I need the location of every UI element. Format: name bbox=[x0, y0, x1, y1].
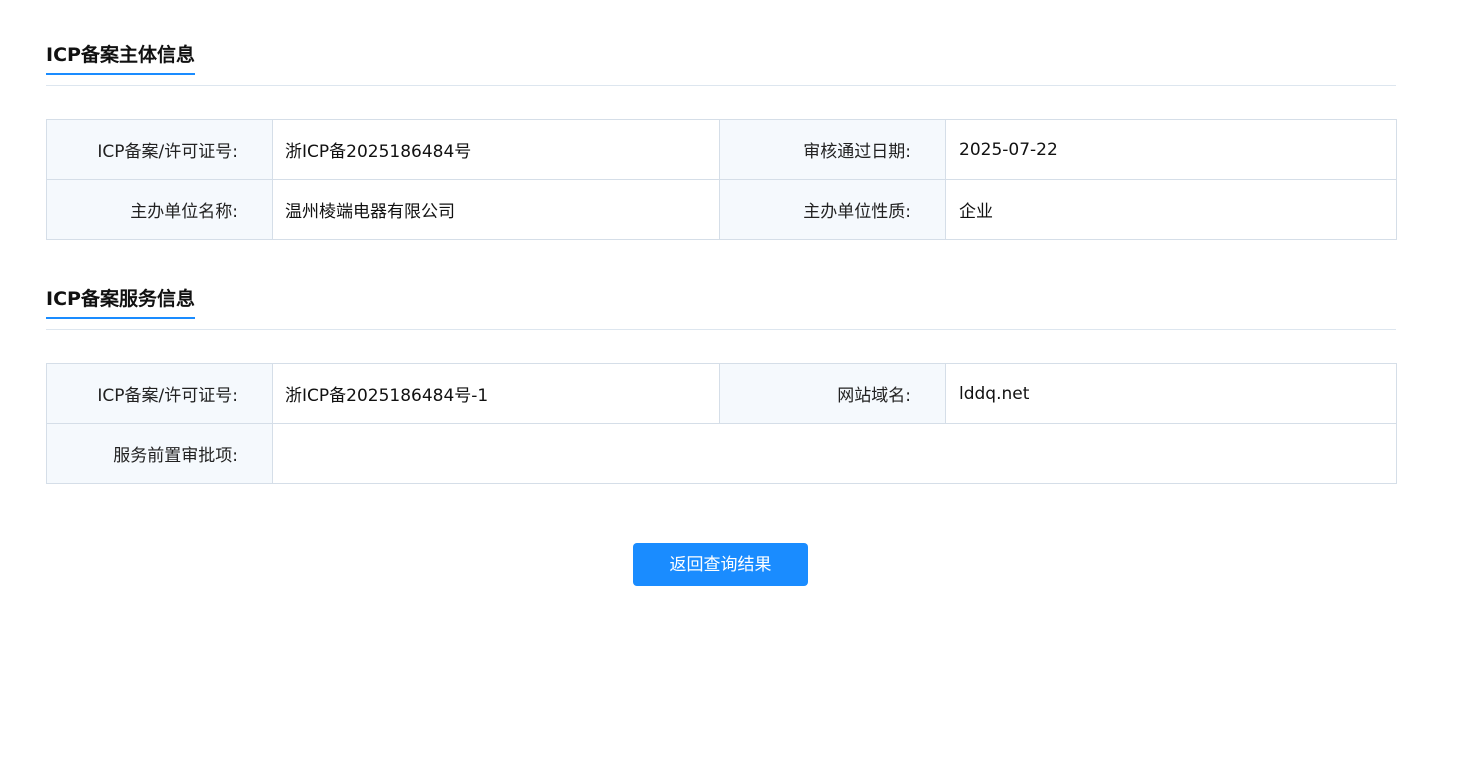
table-row: ICP备案/许可证号: 浙ICP备2025186484号-1 网站域名: ldd… bbox=[46, 363, 1397, 424]
icp-detail-page: ICP备案主体信息 ICP备案/许可证号: 浙ICP备2025186484号 审… bbox=[46, 0, 1397, 484]
license-number-value: 浙ICP备2025186484号 bbox=[272, 119, 720, 180]
subject-section-title: ICP备案主体信息 bbox=[46, 43, 195, 75]
organizer-type-value: 企业 bbox=[945, 179, 1397, 240]
approval-date-value: 2025-07-22 bbox=[945, 119, 1397, 180]
service-license-label: ICP备案/许可证号: bbox=[46, 363, 273, 424]
table-row: 服务前置审批项: bbox=[46, 423, 1397, 484]
approval-date-label: 审核通过日期: bbox=[719, 119, 946, 180]
organizer-type-label: 主办单位性质: bbox=[719, 179, 946, 240]
domain-value: lddq.net bbox=[945, 363, 1397, 424]
actions-bar: 返回查询结果 bbox=[633, 543, 808, 586]
service-license-value: 浙ICP备2025186484号-1 bbox=[272, 363, 720, 424]
pre-approval-label: 服务前置审批项: bbox=[46, 423, 273, 484]
service-section-title: ICP备案服务信息 bbox=[46, 287, 195, 319]
return-to-results-button[interactable]: 返回查询结果 bbox=[633, 543, 808, 586]
service-section-header: ICP备案服务信息 bbox=[46, 240, 1396, 330]
service-info-table: ICP备案/许可证号: 浙ICP备2025186484号-1 网站域名: ldd… bbox=[46, 363, 1397, 484]
table-row: 主办单位名称: 温州棱端电器有限公司 主办单位性质: 企业 bbox=[46, 179, 1397, 240]
organizer-name-value: 温州棱端电器有限公司 bbox=[272, 179, 720, 240]
subject-section-header: ICP备案主体信息 bbox=[46, 0, 1396, 86]
table-row: ICP备案/许可证号: 浙ICP备2025186484号 审核通过日期: 202… bbox=[46, 119, 1397, 180]
pre-approval-value bbox=[272, 423, 1397, 484]
license-number-label: ICP备案/许可证号: bbox=[46, 119, 273, 180]
organizer-name-label: 主办单位名称: bbox=[46, 179, 273, 240]
subject-info-table: ICP备案/许可证号: 浙ICP备2025186484号 审核通过日期: 202… bbox=[46, 119, 1397, 240]
domain-label: 网站域名: bbox=[719, 363, 946, 424]
